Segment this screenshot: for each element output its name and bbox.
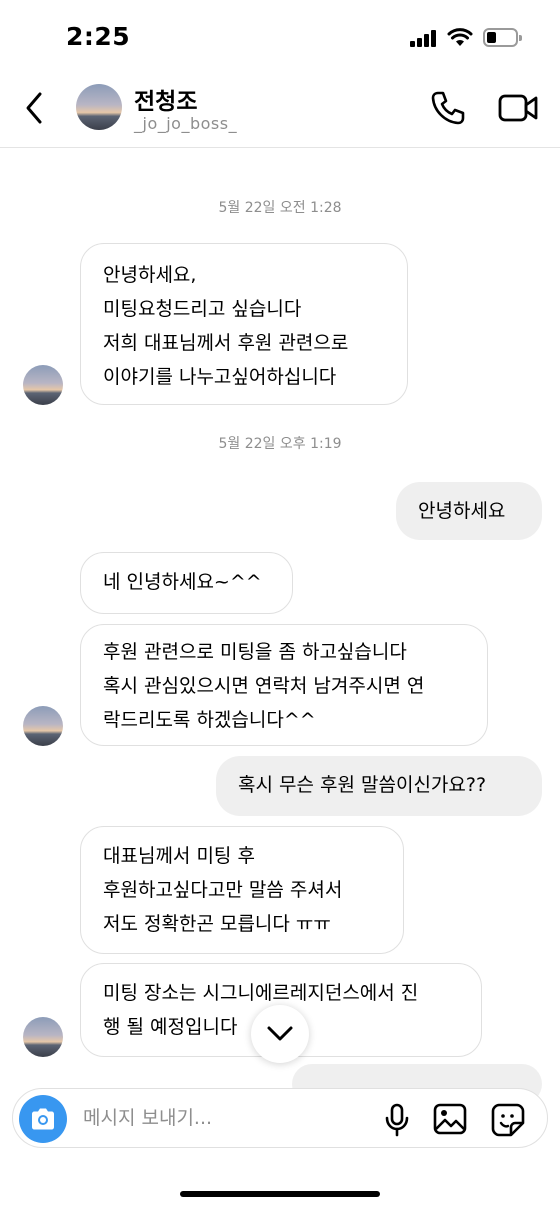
- video-camera-icon[interactable]: [498, 92, 538, 124]
- sender-avatar[interactable]: [23, 706, 63, 746]
- battery-icon: [483, 28, 522, 47]
- message-input[interactable]: [83, 1104, 363, 1132]
- timestamp: 5월 22일 오전 1:28: [218, 200, 342, 216]
- message-line: 락드리도록 하겠습니다^^: [103, 709, 316, 731]
- contact-username[interactable]: _jo_jo_boss_: [134, 114, 237, 133]
- phone-icon[interactable]: [430, 90, 466, 126]
- chevron-down-icon: [267, 1026, 293, 1041]
- outgoing-message[interactable]: 혹시 무슨 후원 말씀이신가요??: [216, 756, 542, 816]
- gallery-icon[interactable]: [433, 1103, 467, 1135]
- chat-header: 전청조 _jo_jo_boss_: [0, 74, 560, 148]
- message-line: 안녕하세요,: [103, 264, 197, 286]
- home-indicator: [180, 1191, 380, 1197]
- sticker-icon[interactable]: [491, 1103, 525, 1137]
- message-line: 혹시 관심있으시면 연락처 남겨주시면 연: [103, 675, 425, 697]
- back-icon[interactable]: [18, 88, 52, 128]
- incoming-message[interactable]: 안녕하세요, 미팅요청드리고 싶습니다 저희 대표님께서 후원 관련으로 이야기…: [80, 243, 408, 405]
- camera-icon: [32, 1108, 54, 1130]
- status-time: 2:25: [66, 22, 131, 51]
- sender-avatar[interactable]: [23, 365, 63, 405]
- message-line: 후원 관련으로 미팅을 좀 하고싶습니다: [103, 641, 407, 663]
- wifi-icon: [447, 28, 473, 46]
- message-composer: [12, 1088, 548, 1148]
- incoming-message[interactable]: 대표님께서 미팅 후 후원하고싶다고만 말씀 주셔서 저도 정확한곤 모릅니다 …: [80, 826, 404, 954]
- camera-button[interactable]: [19, 1095, 67, 1143]
- message-line: 저희 대표님께서 후원 관련으로: [103, 332, 349, 354]
- signal-icon: [410, 30, 436, 47]
- microphone-icon[interactable]: [383, 1103, 411, 1137]
- incoming-message[interactable]: 후원 관련으로 미팅을 좀 하고싶습니다 혹시 관심있으시면 연락처 남겨주시면…: [80, 624, 488, 746]
- outgoing-message[interactable]: 안녕하세요: [396, 482, 542, 540]
- incoming-message[interactable]: 네 인녕하세요~^^: [80, 552, 293, 614]
- scroll-to-bottom-button[interactable]: [251, 1005, 309, 1063]
- message-line: 이야기를 나누고싶어하십니다: [103, 366, 337, 388]
- message-line: 미팅요청드리고 싶습니다: [103, 298, 302, 320]
- status-bar: 2:25: [0, 0, 560, 74]
- timestamp: 5월 22일 오후 1:19: [218, 436, 342, 452]
- contact-name[interactable]: 전청조: [134, 82, 197, 116]
- message-line: 저도 정확한곤 모릅니다 ㅠㅠ: [103, 913, 331, 935]
- message-line: 후원하고싶다고만 말씀 주셔서: [103, 879, 343, 901]
- sender-avatar[interactable]: [23, 1017, 63, 1057]
- message-line: 대표님께서 미팅 후: [103, 845, 255, 867]
- avatar[interactable]: [76, 84, 122, 130]
